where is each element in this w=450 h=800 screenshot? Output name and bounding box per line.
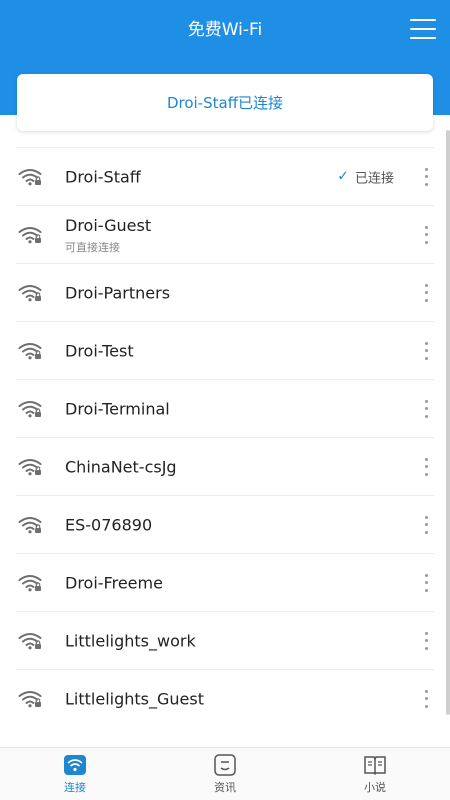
more-options-icon[interactable]	[422, 341, 430, 360]
nav-item-connect[interactable]: 连接	[0, 748, 150, 800]
wifi-network-row[interactable]: Littlelights_work	[16, 611, 434, 669]
wifi-network-row[interactable]: Droi-Staff ✓ 已连接	[16, 147, 434, 205]
nav-label-news: 资讯	[214, 780, 236, 794]
wifi-signal-lock-icon	[18, 284, 42, 302]
page-title: 免费Wi-Fi	[187, 20, 263, 40]
checkmark-icon: ✓	[337, 168, 349, 185]
network-name: Droi-Staff	[65, 167, 141, 186]
network-name: Littlelights_work	[65, 631, 196, 650]
more-options-icon[interactable]	[422, 167, 430, 186]
connection-status-text: Droi-Staff已连接	[166, 94, 284, 112]
wifi-network-list: Droi-Staff ✓ 已连接 Droi-Guest 可直接连接 Droi-Partne…	[16, 147, 434, 727]
nav-item-news[interactable]: 资讯	[150, 748, 300, 800]
connected-label: 已连接	[354, 171, 394, 186]
network-name: Droi-Guest	[65, 216, 152, 235]
wifi-signal-lock-icon	[18, 168, 42, 186]
more-options-icon[interactable]	[422, 515, 430, 534]
network-name: ChinaNet-csJg	[65, 457, 177, 476]
network-name: Droi-Partners	[65, 283, 171, 302]
network-name: Droi-Terminal	[65, 399, 170, 418]
wifi-icon	[64, 754, 86, 775]
wifi-signal-lock-icon	[18, 574, 42, 592]
wifi-signal-lock-icon	[18, 226, 42, 244]
more-options-icon[interactable]	[422, 283, 430, 302]
wifi-network-row[interactable]: ChinaNet-csJg	[16, 437, 434, 495]
news-icon	[214, 753, 236, 776]
network-name: Droi-Test	[65, 341, 134, 360]
more-options-icon[interactable]	[422, 631, 430, 650]
nav-item-novel[interactable]: 小说	[300, 748, 450, 800]
hamburger-menu-icon[interactable]	[408, 16, 438, 42]
wifi-network-row[interactable]: Droi-Freeme	[16, 553, 434, 611]
nav-label-connect: 连接	[64, 780, 86, 794]
wifi-network-row[interactable]: Droi-Partners	[16, 263, 434, 321]
wifi-network-row[interactable]: Droi-Guest 可直接连接	[16, 205, 434, 263]
wifi-signal-lock-icon	[18, 690, 42, 708]
more-options-icon[interactable]	[422, 225, 430, 244]
network-name: Littlelights_Guest	[65, 689, 204, 708]
more-options-icon[interactable]	[422, 457, 430, 476]
book-icon	[364, 755, 386, 775]
network-name: ES-076890	[65, 515, 153, 534]
wifi-network-row[interactable]: ES-076890	[16, 495, 434, 553]
wifi-signal-lock-icon	[18, 458, 42, 476]
wifi-signal-lock-icon	[18, 400, 42, 418]
scrollbar[interactable]	[446, 130, 450, 715]
wifi-network-row[interactable]: Littlelights_Guest	[16, 669, 434, 727]
wifi-network-row[interactable]: Droi-Terminal	[16, 379, 434, 437]
more-options-icon[interactable]	[422, 689, 430, 708]
nav-label-novel: 小说	[364, 780, 386, 794]
network-subtitle: 可直接连接	[65, 241, 120, 254]
wifi-network-row[interactable]: Droi-Test	[16, 321, 434, 379]
connected-status: ✓ 已连接	[337, 167, 394, 187]
bottom-navigation: 连接 资讯 小说	[0, 747, 450, 800]
wifi-signal-lock-icon	[18, 516, 42, 534]
more-options-icon[interactable]	[422, 573, 430, 592]
network-name: Droi-Freeme	[65, 573, 163, 592]
wifi-signal-lock-icon	[18, 342, 42, 360]
connection-status-card[interactable]: Droi-Staff已连接	[17, 74, 433, 131]
more-options-icon[interactable]	[422, 399, 430, 418]
wifi-signal-lock-icon	[18, 632, 42, 650]
